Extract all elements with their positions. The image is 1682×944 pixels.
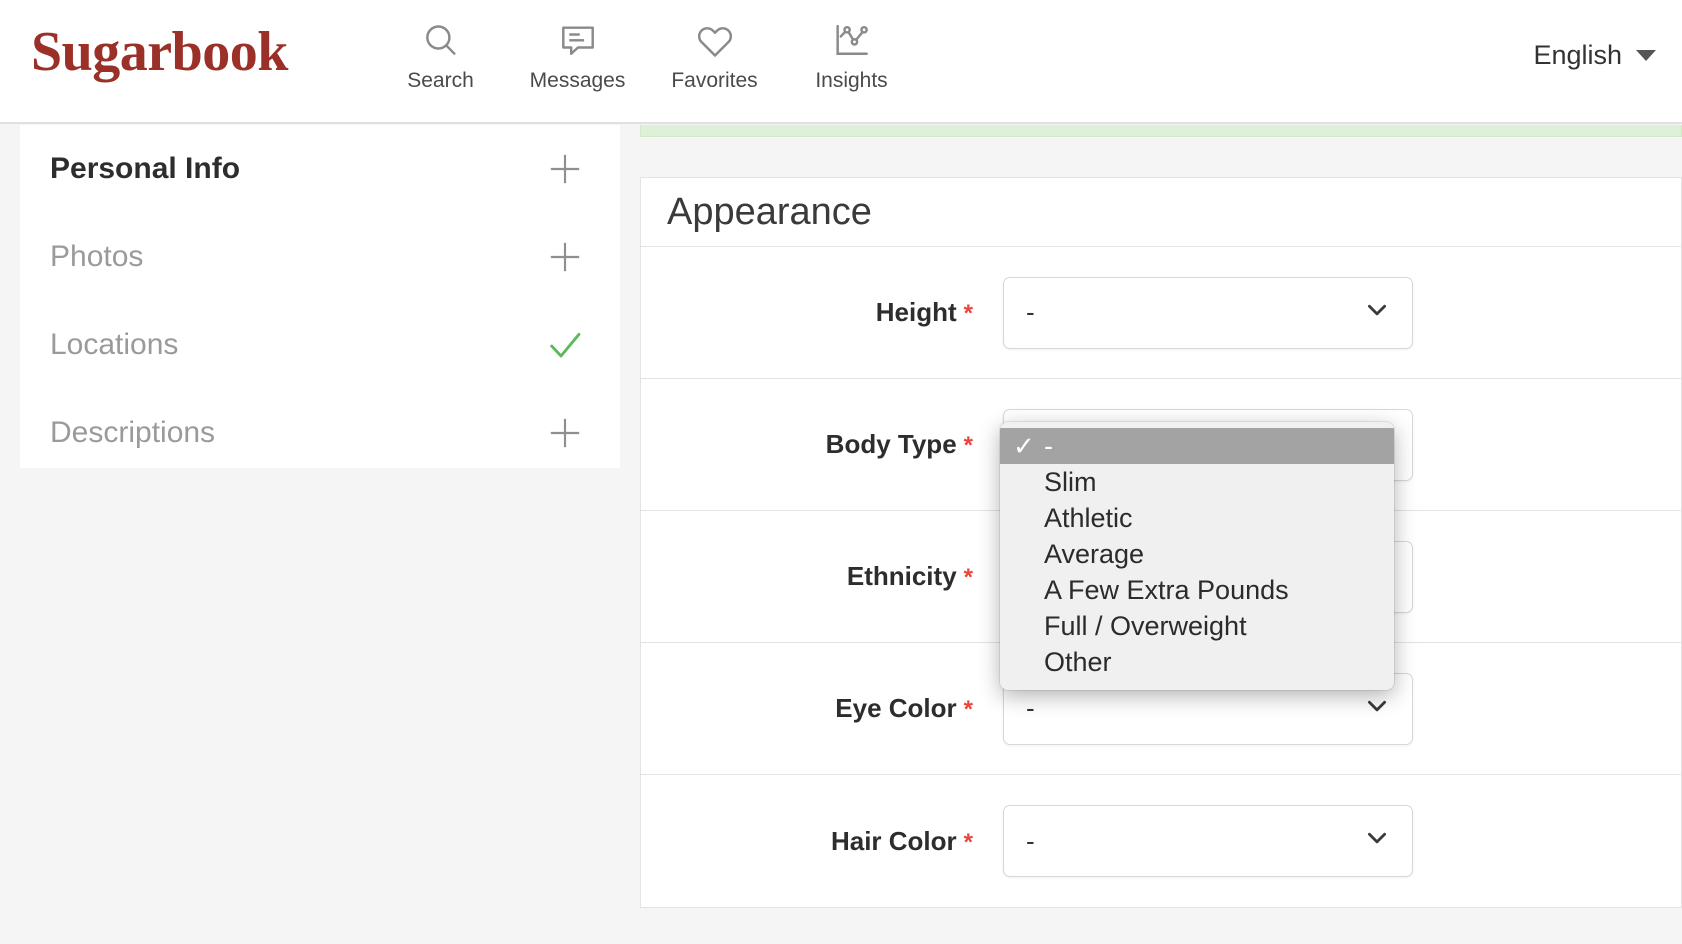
success-alert-banner [640, 125, 1682, 137]
select-height[interactable]: - [1003, 276, 1413, 349]
dropdown-option-average[interactable]: Average [1000, 536, 1394, 572]
site-header: Sugarbook Search Messages Favorites Insi… [0, 0, 1682, 124]
chevron-down-icon [1636, 50, 1656, 61]
field-label-body-type: Body Type * [641, 429, 973, 460]
field-label-hair-color-text: Hair Color [830, 825, 957, 856]
nav-label-favorites: Favorites [671, 69, 758, 92]
plus-icon[interactable] [545, 237, 585, 277]
heart-icon [694, 18, 736, 64]
plus-icon[interactable] [545, 413, 585, 453]
select-value-eye-color: - [1026, 693, 1035, 723]
dropdown-option-label: Average [1044, 538, 1145, 569]
check-icon [545, 325, 585, 365]
search-icon [420, 18, 462, 64]
nav-label-search: Search [407, 69, 474, 92]
field-label-ethnicity-text: Ethnicity [846, 561, 957, 591]
primary-nav: Search Messages Favorites Insights [372, 18, 920, 91]
required-asterisk: * [963, 828, 973, 856]
dropdown-option-slim[interactable]: Slim [1000, 464, 1394, 500]
select-value-hair-color: - [1026, 825, 1035, 856]
chevron-down-icon [1364, 825, 1390, 858]
sidebar-item-locations[interactable]: Locations [20, 301, 620, 389]
dropdown-option-label: Other [1044, 646, 1112, 677]
dropdown-option-label: Slim [1044, 466, 1097, 497]
card-header: Appearance [641, 178, 1681, 247]
dropdown-option-full-overweight[interactable]: Full / Overweight [1000, 608, 1394, 644]
field-label-height: Height * [641, 297, 973, 328]
sidebar-label-photos: Photos [50, 240, 144, 273]
check-icon: ✓ [1013, 431, 1035, 461]
dropdown-option-label: Full / Overweight [1044, 610, 1247, 641]
required-asterisk: * [963, 696, 973, 723]
select-value-height: - [1026, 297, 1035, 327]
nav-item-messages[interactable]: Messages [509, 18, 646, 91]
nav-item-favorites[interactable]: Favorites [646, 18, 783, 91]
sidebar-label-personal-info: Personal Info [50, 152, 241, 185]
brand-logo[interactable]: Sugarbook [31, 24, 288, 80]
field-label-height-text: Height [875, 297, 957, 327]
language-label: English [1533, 40, 1622, 70]
field-label-eye-color-text: Eye Color [835, 693, 957, 723]
field-row-height: Height * - [641, 247, 1681, 379]
select-hair-color[interactable]: - [1003, 805, 1413, 877]
dropdown-option-label: - [1044, 430, 1053, 461]
dropdown-option-label: A Few Extra Pounds [1044, 574, 1289, 605]
field-row-hair-color: Hair Color * - [641, 775, 1681, 907]
field-label-eye-color: Eye Color * [641, 693, 973, 724]
sidebar-item-descriptions[interactable]: Descriptions [20, 389, 620, 477]
dropdown-option-label: Athletic [1044, 502, 1133, 533]
dropdown-option-a-few-extra-pounds[interactable]: A Few Extra Pounds [1000, 572, 1394, 608]
field-label-hair-color: Hair Color * [641, 826, 973, 857]
nav-item-insights[interactable]: Insights [783, 18, 920, 91]
language-selector[interactable]: English [1533, 40, 1656, 71]
select-wrapper-height: - [1003, 276, 1413, 349]
sidebar-label-locations: Locations [50, 328, 179, 361]
sidebar-label-descriptions: Descriptions [50, 416, 216, 449]
page-title: Appearance [667, 191, 872, 233]
sidebar-item-photos[interactable]: Photos [20, 213, 620, 301]
insights-chart-icon [831, 18, 873, 64]
required-asterisk: * [963, 300, 973, 327]
dropdown-option-dash[interactable]: ✓ - [1000, 428, 1394, 464]
sidebar-item-personal-info[interactable]: Personal Info [20, 125, 620, 213]
dropdown-option-other[interactable]: Other [1000, 644, 1394, 680]
nav-item-search[interactable]: Search [372, 18, 509, 91]
required-asterisk: * [963, 432, 973, 459]
nav-label-insights: Insights [815, 69, 888, 92]
chevron-down-icon [1364, 296, 1390, 329]
app-page: Sugarbook Search Messages Favorites Insi… [0, 0, 1682, 944]
required-asterisk: * [963, 564, 973, 591]
profile-sections-sidebar: Personal Info Photos Locations Descripti… [20, 125, 620, 468]
messages-icon [557, 18, 599, 64]
body-type-dropdown-menu[interactable]: ✓ - Slim Athletic Average A Few Extra Po… [1000, 422, 1394, 690]
field-label-body-type-text: Body Type [825, 429, 957, 459]
plus-icon[interactable] [545, 149, 585, 189]
field-label-ethnicity: Ethnicity * [641, 561, 973, 592]
nav-label-messages: Messages [529, 69, 626, 92]
dropdown-option-athletic[interactable]: Athletic [1000, 500, 1394, 536]
select-wrapper-hair-color: - [1003, 805, 1413, 877]
chevron-down-icon [1364, 692, 1390, 725]
